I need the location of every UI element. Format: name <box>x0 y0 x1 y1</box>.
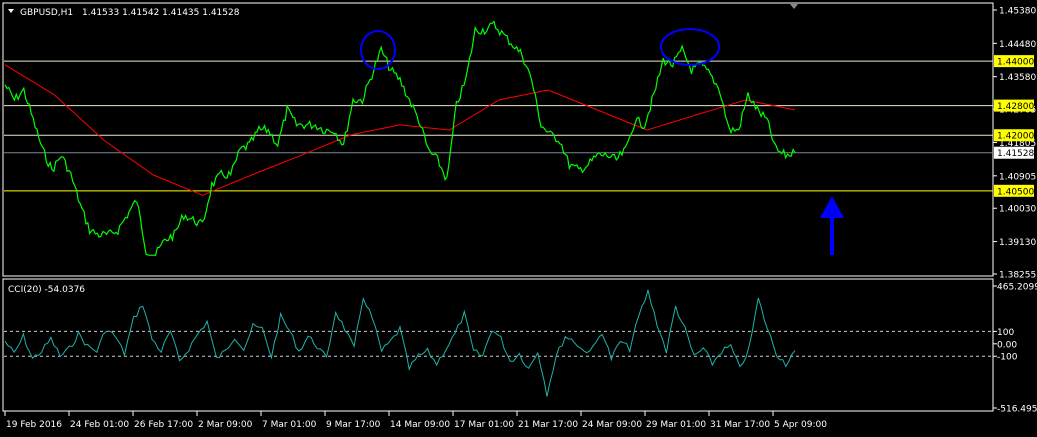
y-tick-label: 1.45380 <box>999 7 1036 17</box>
cci-y-tick-label: 100 <box>997 328 1014 338</box>
x-tick-label: 7 Mar 01:00 <box>262 420 317 430</box>
price-chart[interactable]: 1.453801.444801.435801.427051.418051.409… <box>0 0 1037 437</box>
x-tick-label: 31 Mar 17:00 <box>710 420 770 430</box>
chart-background <box>0 0 1037 437</box>
y-tick-label: 1.40905 <box>999 172 1036 182</box>
level-price-label: 1.40500 <box>997 187 1034 197</box>
x-tick-label: 14 Mar 09:00 <box>390 420 450 430</box>
ohlc-label: 1.41533 1.41542 1.41435 1.41528 <box>82 8 240 18</box>
y-tick-label: 1.38255 <box>999 271 1036 281</box>
cci-y-tick-label: -516.4956 <box>997 405 1037 415</box>
x-tick-label: 2 Mar 09:00 <box>198 420 253 430</box>
x-tick-label: 21 Mar 17:00 <box>518 420 578 430</box>
level-price-label: 1.42000 <box>997 132 1034 142</box>
bid-price-label: 1.41528 <box>997 149 1034 159</box>
level-price-label: 1.42800 <box>997 102 1034 112</box>
cci-y-tick-label: -100 <box>997 353 1018 363</box>
cci-y-tick-label: 0.00 <box>997 340 1017 350</box>
y-tick-label: 1.40030 <box>999 205 1036 215</box>
cci-y-tick-label: 465.2099 <box>997 283 1037 293</box>
y-tick-label: 1.39130 <box>999 238 1036 248</box>
x-tick-label: 19 Feb 2016 <box>6 420 62 430</box>
x-tick-label: 17 Mar 01:00 <box>454 420 514 430</box>
level-price-label: 1.44000 <box>997 58 1034 68</box>
y-tick-label: 1.44480 <box>999 40 1036 50</box>
symbol-label: GBPUSD,H1 <box>20 8 73 18</box>
x-tick-label: 9 Mar 17:00 <box>326 420 381 430</box>
x-tick-label: 26 Feb 17:00 <box>134 420 193 430</box>
cci-label: CCI(20) -54.0376 <box>8 285 85 295</box>
x-tick-label: 29 Mar 01:00 <box>646 420 706 430</box>
x-tick-label: 24 Mar 09:00 <box>582 420 642 430</box>
x-tick-label: 5 Apr 09:00 <box>774 420 827 430</box>
x-tick-label: 24 Feb 01:00 <box>70 420 129 430</box>
y-tick-label: 1.43580 <box>999 73 1036 83</box>
